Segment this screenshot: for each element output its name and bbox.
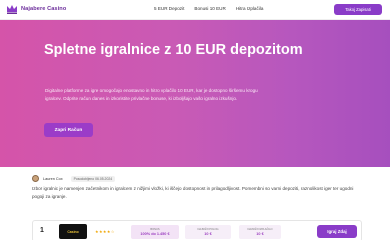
- nav-link-fast-payouts[interactable]: Hitra Izplačila: [236, 6, 264, 11]
- stat-value: 10 €: [256, 232, 264, 236]
- min-withdrawal-stat: NAJNIŽJI IZPLAČILO 10 €: [239, 225, 281, 239]
- nav-link-10-eur-bonuses[interactable]: Bonusi 10 EUR: [194, 6, 225, 11]
- casino-logo[interactable]: Casino: [59, 224, 87, 239]
- open-account-button[interactable]: Zapri Račun: [44, 123, 93, 137]
- site-logo[interactable]: Najabere Casino: [6, 3, 66, 15]
- author-byline: Lauren Cox Posodobljeno 06.05.2024: [32, 175, 116, 182]
- page-title: Spletne igralnice z 10 EUR depozitom: [44, 42, 303, 58]
- stat-label: NAJNIŽJI POLOG: [197, 228, 219, 231]
- casino-listing-card: 1 Casino ★★★★☆ BONUS 100% do 1.450 € NAJ…: [32, 220, 362, 240]
- hero-description: Digitalne platforme za igre omogočajo en…: [45, 88, 258, 101]
- play-now-button[interactable]: Igraj Zdaj: [317, 225, 357, 238]
- nav-signup-button[interactable]: Takoj Zapisati: [334, 4, 382, 15]
- stat-label: NAJNIŽJI IZPLAČILO: [247, 228, 273, 231]
- min-deposit-stat: NAJNIŽJI POLOG 10 €: [185, 225, 231, 239]
- listing-rank: 1: [40, 227, 44, 234]
- nav-links: 5 EUR Depozit Bonusi 10 EUR Hitra Izplač…: [154, 6, 263, 11]
- logo-text: Najabere Casino: [21, 6, 67, 12]
- updated-date: Posodobljeno 06.05.2024: [70, 175, 116, 182]
- avatar: [32, 175, 39, 182]
- top-navigation: Najabere Casino 5 EUR Depozit Bonusi 10 …: [0, 0, 390, 20]
- rating-stars: ★★★★☆: [95, 229, 115, 234]
- bonus-stat: BONUS 100% do 1.450 €: [131, 225, 179, 239]
- stat-label: BONUS: [150, 228, 160, 231]
- author-name[interactable]: Lauren Cox: [43, 177, 63, 181]
- casino-brand-text: Casino: [67, 229, 79, 234]
- nav-link-5-eur-deposit[interactable]: 5 EUR Depozit: [154, 6, 184, 11]
- stat-value: 100% do 1.450 €: [140, 232, 170, 236]
- intro-paragraph: Izbor igralnic je namenjen začetnikom in…: [32, 186, 354, 199]
- hero-banner: Spletne igralnice z 10 EUR depozitom Dig…: [0, 20, 390, 167]
- stat-value: 10 €: [204, 232, 212, 236]
- crown-icon: [7, 5, 17, 14]
